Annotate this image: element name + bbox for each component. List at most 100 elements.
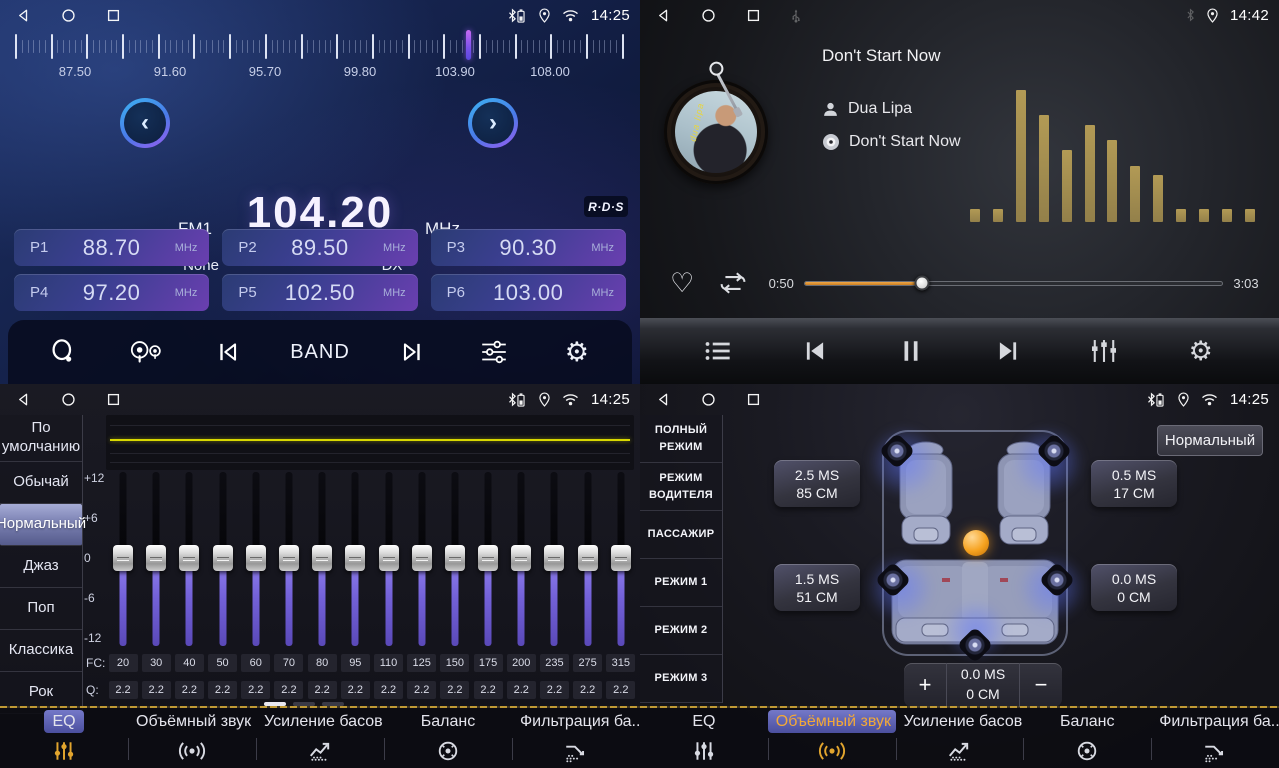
previous-station-icon[interactable] bbox=[208, 339, 248, 365]
preset-button-p5[interactable]: P5102.50MHz bbox=[222, 274, 417, 311]
eq-band-slider[interactable] bbox=[141, 472, 171, 648]
recents-icon[interactable] bbox=[746, 392, 761, 407]
slider-thumb[interactable] bbox=[146, 545, 166, 571]
q-value[interactable]: 2.2 bbox=[573, 681, 602, 699]
tab-filter[interactable]: Фильтрация ба... bbox=[512, 708, 640, 768]
slider-thumb[interactable] bbox=[345, 545, 365, 571]
tuner-pointer[interactable] bbox=[466, 30, 471, 60]
slider-thumb[interactable] bbox=[379, 545, 399, 571]
slider-thumb[interactable] bbox=[213, 545, 233, 571]
q-value[interactable]: 2.2 bbox=[109, 681, 138, 699]
eq-band-slider[interactable] bbox=[174, 472, 204, 648]
slider-thumb[interactable] bbox=[279, 545, 299, 571]
eq-band-slider[interactable] bbox=[539, 472, 569, 648]
slider-thumb[interactable] bbox=[578, 545, 598, 571]
q-value[interactable]: 2.2 bbox=[606, 681, 635, 699]
preset-button-p6[interactable]: P6103.00MHz bbox=[431, 274, 626, 311]
q-value[interactable]: 2.2 bbox=[507, 681, 536, 699]
q-value[interactable]: 2.2 bbox=[374, 681, 403, 699]
mode-item[interactable]: ПОЛНЫЙ РЕЖИМ bbox=[640, 415, 722, 463]
home-icon[interactable] bbox=[701, 8, 716, 23]
tab-balance[interactable]: Баланс bbox=[384, 708, 512, 768]
fc-value[interactable]: 275 bbox=[573, 654, 602, 672]
slider-thumb[interactable] bbox=[445, 545, 465, 571]
front-right-delay[interactable]: 0.5 MS 17 CM bbox=[1091, 460, 1177, 507]
slider-thumb[interactable] bbox=[611, 545, 631, 571]
fc-value[interactable]: 95 bbox=[341, 654, 370, 672]
fc-value[interactable]: 315 bbox=[606, 654, 635, 672]
increase-delay-button[interactable]: + bbox=[904, 663, 946, 707]
q-value[interactable]: 2.2 bbox=[540, 681, 569, 699]
tab-filter[interactable]: Фильтрация ба... bbox=[1151, 708, 1279, 768]
mode-item[interactable]: РЕЖИМ 2 bbox=[640, 607, 722, 655]
tab-bass-boost[interactable]: Усиление басов bbox=[256, 708, 384, 768]
home-icon[interactable] bbox=[701, 392, 716, 407]
fc-value[interactable]: 175 bbox=[474, 654, 503, 672]
q-value[interactable]: 2.2 bbox=[308, 681, 337, 699]
slider-thumb[interactable] bbox=[412, 545, 432, 571]
tab-surround-sound[interactable]: Объёмный звук bbox=[128, 708, 256, 768]
pause-icon[interactable] bbox=[891, 338, 931, 364]
q-value[interactable]: 2.2 bbox=[474, 681, 503, 699]
eq-band-slider[interactable] bbox=[307, 472, 337, 648]
slider-thumb[interactable] bbox=[179, 545, 199, 571]
fc-value[interactable]: 235 bbox=[540, 654, 569, 672]
back-icon[interactable] bbox=[16, 392, 31, 407]
eq-band-slider[interactable] bbox=[274, 472, 304, 648]
preset-button-p1[interactable]: P188.70MHz bbox=[14, 229, 209, 266]
tab-eq-sliders[interactable]: EQ bbox=[0, 708, 128, 768]
mode-item[interactable]: ПАССАЖИР bbox=[640, 511, 722, 559]
equalizer-icon[interactable] bbox=[1084, 337, 1124, 365]
recents-icon[interactable] bbox=[106, 8, 121, 23]
fc-value[interactable]: 30 bbox=[142, 654, 171, 672]
eq-band-slider[interactable] bbox=[241, 472, 271, 648]
settings-gear-icon[interactable]: ⚙ bbox=[557, 339, 597, 366]
mode-item[interactable]: РЕЖИМ 1 bbox=[640, 559, 722, 607]
q-value[interactable]: 2.2 bbox=[274, 681, 303, 699]
eq-band-slider[interactable] bbox=[340, 472, 370, 648]
scan-search-icon[interactable] bbox=[43, 339, 83, 366]
q-value[interactable]: 2.2 bbox=[208, 681, 237, 699]
rear-right-delay[interactable]: 0.0 MS 0 CM bbox=[1091, 564, 1177, 611]
eq-band-slider[interactable] bbox=[407, 472, 437, 648]
eq-band-slider[interactable] bbox=[108, 472, 138, 648]
eq-preset-selected[interactable]: Нормальный bbox=[0, 504, 82, 546]
settings-gear-icon[interactable]: ⚙ bbox=[1181, 338, 1221, 365]
eq-preset-item[interactable]: Классика bbox=[0, 630, 82, 672]
fc-value[interactable]: 150 bbox=[440, 654, 469, 672]
fc-value[interactable]: 110 bbox=[374, 654, 403, 672]
fc-value[interactable]: 40 bbox=[175, 654, 204, 672]
tuner-scale[interactable] bbox=[15, 32, 625, 62]
seek-bar[interactable] bbox=[804, 281, 1223, 286]
front-left-delay[interactable]: 2.5 MS 85 CM bbox=[774, 460, 860, 507]
band-button[interactable]: BAND bbox=[290, 341, 350, 364]
home-icon[interactable] bbox=[61, 392, 76, 407]
eq-band-slider[interactable] bbox=[440, 472, 470, 648]
eq-band-slider[interactable] bbox=[573, 472, 603, 648]
next-station-icon[interactable] bbox=[392, 339, 432, 365]
tab-bass-boost[interactable]: Усиление басов bbox=[896, 708, 1024, 768]
playlist-icon[interactable] bbox=[698, 339, 738, 363]
eq-preset-item[interactable]: Обычай bbox=[0, 462, 82, 504]
fc-value[interactable]: 70 bbox=[274, 654, 303, 672]
slider-thumb[interactable] bbox=[544, 545, 564, 571]
eq-preset-item[interactable]: По умолчанию bbox=[0, 415, 82, 462]
previous-track-icon[interactable] bbox=[795, 338, 835, 364]
preset-button-p2[interactable]: P289.50MHz bbox=[222, 229, 417, 266]
rear-left-delay[interactable]: 1.5 MS 51 CM bbox=[774, 564, 860, 611]
fc-value[interactable]: 125 bbox=[407, 654, 436, 672]
q-value[interactable]: 2.2 bbox=[407, 681, 436, 699]
favorite-heart-icon[interactable]: ♡ bbox=[670, 270, 694, 297]
slider-thumb[interactable] bbox=[511, 545, 531, 571]
preset-button-p4[interactable]: P497.20MHz bbox=[14, 274, 209, 311]
slider-thumb[interactable] bbox=[312, 545, 332, 571]
fc-value[interactable]: 60 bbox=[241, 654, 270, 672]
fc-value[interactable]: 80 bbox=[308, 654, 337, 672]
home-icon[interactable] bbox=[61, 8, 76, 23]
eq-band-slider[interactable] bbox=[506, 472, 536, 648]
slider-thumb[interactable] bbox=[113, 545, 133, 571]
back-icon[interactable] bbox=[16, 8, 31, 23]
recents-icon[interactable] bbox=[746, 8, 761, 23]
eq-band-slider[interactable] bbox=[473, 472, 503, 648]
back-icon[interactable] bbox=[656, 392, 671, 407]
